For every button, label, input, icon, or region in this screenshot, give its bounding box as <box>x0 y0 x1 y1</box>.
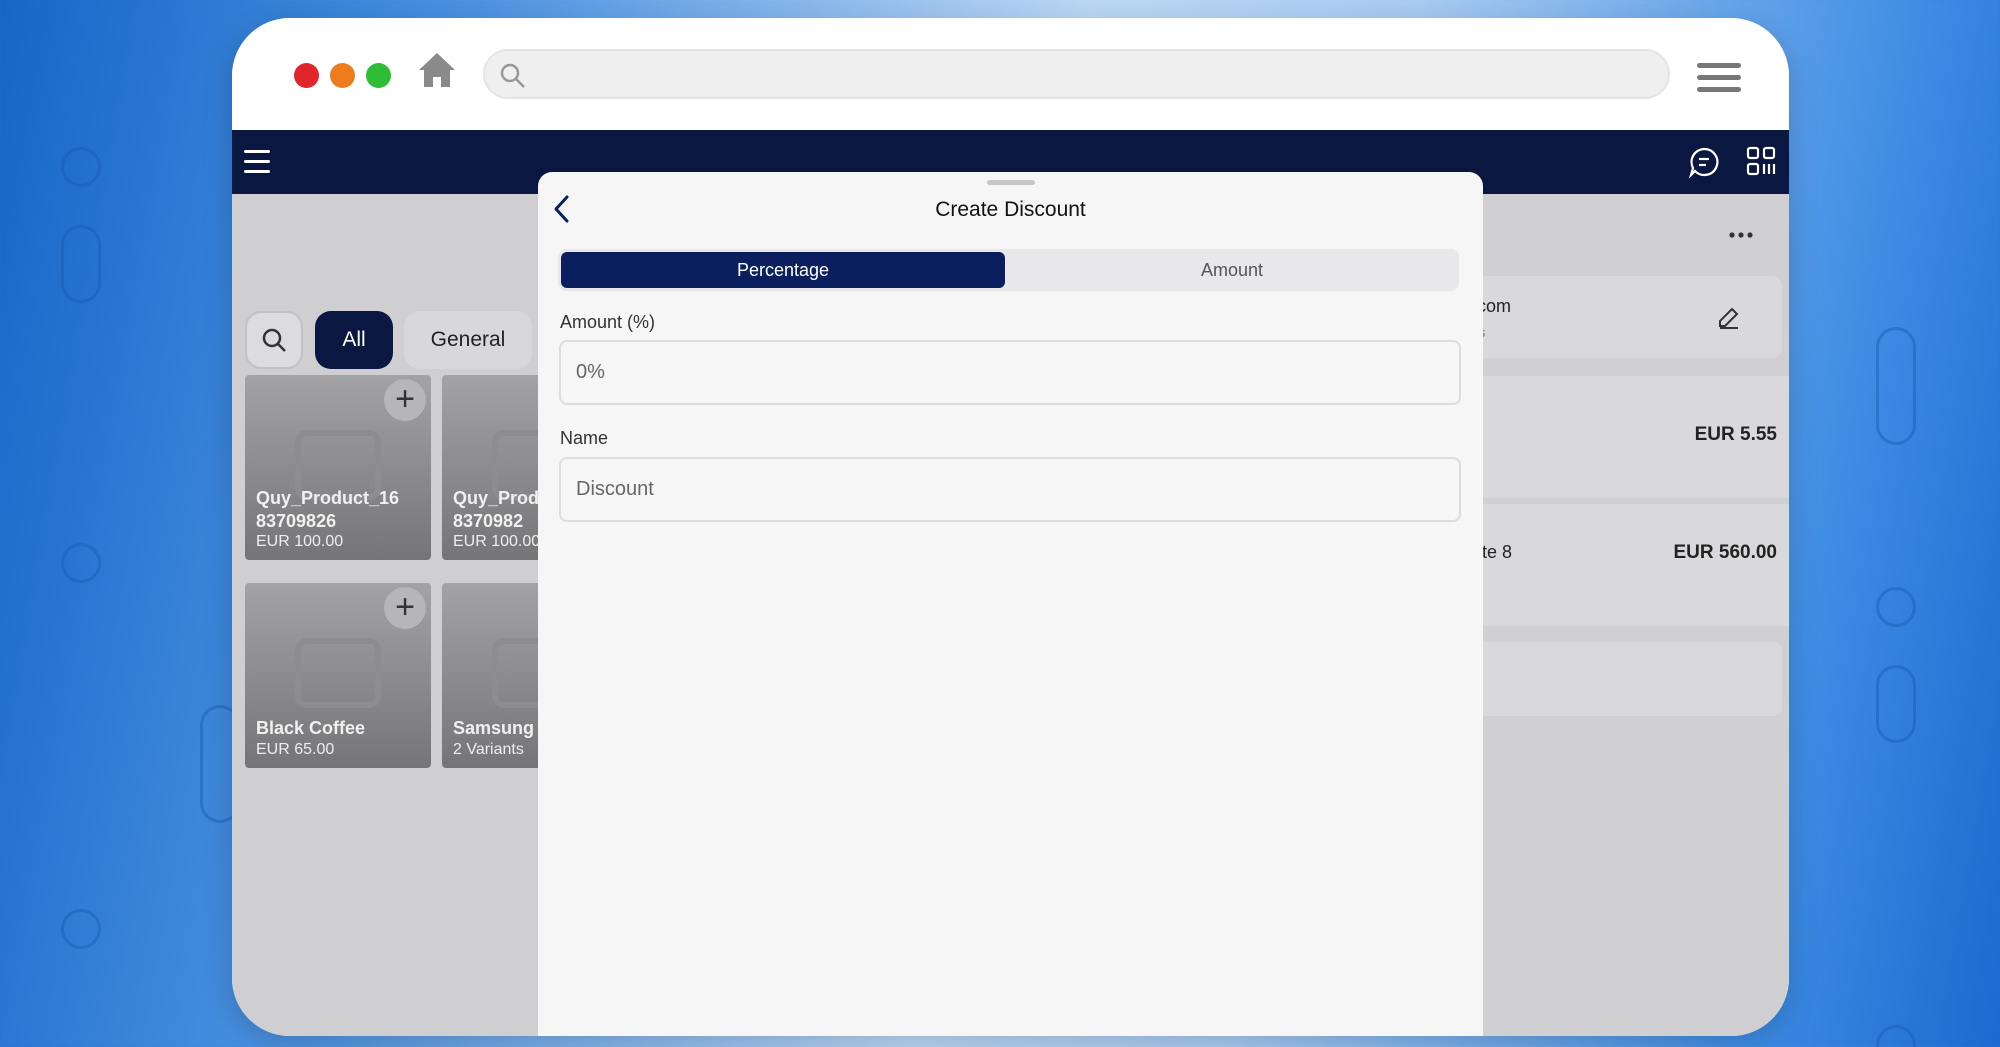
more-icon[interactable] <box>1728 231 1754 239</box>
product-card[interactable]: + Quy_Product_16 83709826 EUR 100.00 <box>245 375 431 560</box>
tab-amount[interactable]: Amount <box>1008 252 1456 288</box>
decor-pill <box>1876 665 1916 743</box>
cart-item[interactable]: ote 8 3 EUR 560.00 <box>1472 504 1789 626</box>
product-search-button[interactable] <box>245 311 303 369</box>
product-name: Samsung <box>453 718 535 738</box>
decor-circle <box>1876 587 1916 627</box>
amount-label: Amount (%) <box>560 312 656 332</box>
qr-code-icon[interactable] <box>1746 146 1776 181</box>
name-label: Name <box>560 428 609 448</box>
product-name: Quy_Prod 8370982 <box>453 488 540 531</box>
address-bar[interactable] <box>483 49 1670 99</box>
hamburger-icon[interactable] <box>1697 63 1741 93</box>
cart-item-price: EUR 560.00 <box>1673 542 1777 563</box>
sheet-title: Create Discount <box>935 198 1086 221</box>
product-price: EUR 100.00 <box>453 533 541 550</box>
decor-circle <box>61 147 101 187</box>
customer-card[interactable]: .com ils <box>1472 276 1782 358</box>
search-icon <box>262 328 286 352</box>
decor-pill <box>1876 327 1916 445</box>
product-variants: 2 Variants <box>453 741 524 758</box>
filter-general-chip[interactable]: General <box>404 311 532 369</box>
product-price: EUR 65.00 <box>256 741 335 758</box>
browser-toolbar <box>232 18 1789 130</box>
amount-input[interactable]: 0% <box>559 340 1461 405</box>
decor-circle <box>61 909 101 949</box>
note-field[interactable]: : <box>1472 642 1782 716</box>
close-window-dot[interactable] <box>294 63 319 88</box>
cart-item-price: EUR 5.55 <box>1694 424 1777 445</box>
home-icon[interactable] <box>417 50 457 90</box>
product-card[interactable]: + Black Coffee EUR 65.00 <box>245 583 431 768</box>
add-icon[interactable]: + <box>384 379 426 421</box>
add-icon[interactable]: + <box>384 587 426 629</box>
sheet-grabber[interactable] <box>987 180 1035 185</box>
name-input[interactable]: Discount <box>559 457 1461 522</box>
decor-circle <box>1876 1025 1916 1047</box>
product-name: Quy_Product_16 83709826 <box>256 488 400 531</box>
product-price: EUR 100.00 <box>256 533 344 550</box>
menu-icon[interactable] <box>244 150 270 180</box>
edit-icon[interactable] <box>1716 304 1742 330</box>
maximize-window-dot[interactable] <box>366 63 391 88</box>
chat-icon[interactable] <box>1688 146 1720 183</box>
decor-pill <box>61 225 101 303</box>
pos-app: All General + Quy_Product_16 83709826 EUR… <box>232 130 1789 1036</box>
search-icon <box>500 63 525 88</box>
decor-circle <box>61 543 101 583</box>
image-placeholder-icon <box>295 638 381 708</box>
tab-percentage[interactable]: Percentage <box>561 252 1005 288</box>
discount-type-segmented-control: Percentage Amount <box>558 249 1459 291</box>
cart-panel: .com ils EUR 5.55 ote 8 3 EUR 560.00 : <box>1472 194 1789 1036</box>
cart-item[interactable]: EUR 5.55 <box>1472 376 1789 498</box>
filter-all-chip[interactable]: All <box>315 311 393 369</box>
browser-window: All General + Quy_Product_16 83709826 EUR… <box>232 18 1789 1036</box>
minimize-window-dot[interactable] <box>330 63 355 88</box>
create-discount-sheet: Create Discount Percentage Amount Amount… <box>538 172 1483 1036</box>
product-name: Black Coffee <box>256 718 366 738</box>
